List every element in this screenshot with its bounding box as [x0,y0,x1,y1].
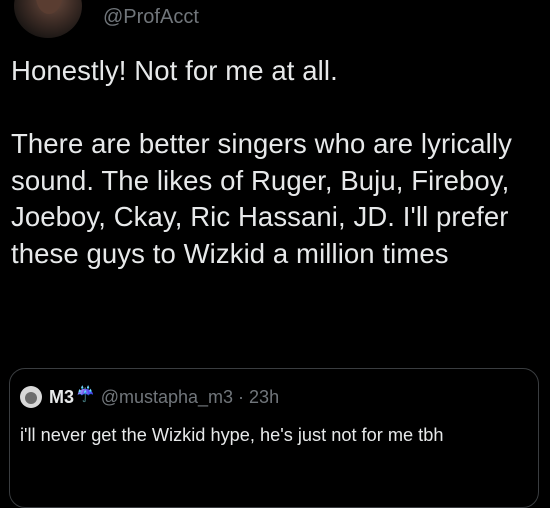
quoted-tweet-time[interactable]: 23h [249,387,279,408]
quoted-author-handle[interactable]: @mustapha_m3 [101,387,233,408]
author-handle[interactable]: @ProfAcct [103,6,199,29]
quoted-author-avatar[interactable] [20,386,42,408]
separator-dot: · [238,386,245,407]
avatar-face [36,0,62,14]
tweet-text: Honestly! Not for me at all. There are b… [11,55,512,269]
author-avatar[interactable] [14,0,82,38]
quoted-author-name[interactable]: M3 [49,387,74,408]
umbrella-icon: ☔ [76,386,95,403]
quoted-tweet-text: i'll never get the Wizkid hype, he's jus… [20,425,444,445]
quoted-tweet-header: M3 ☔ @mustapha_m3 · 23h [20,386,279,408]
quoted-tweet-card[interactable]: M3 ☔ @mustapha_m3 · 23h i'll never get t… [9,368,539,508]
